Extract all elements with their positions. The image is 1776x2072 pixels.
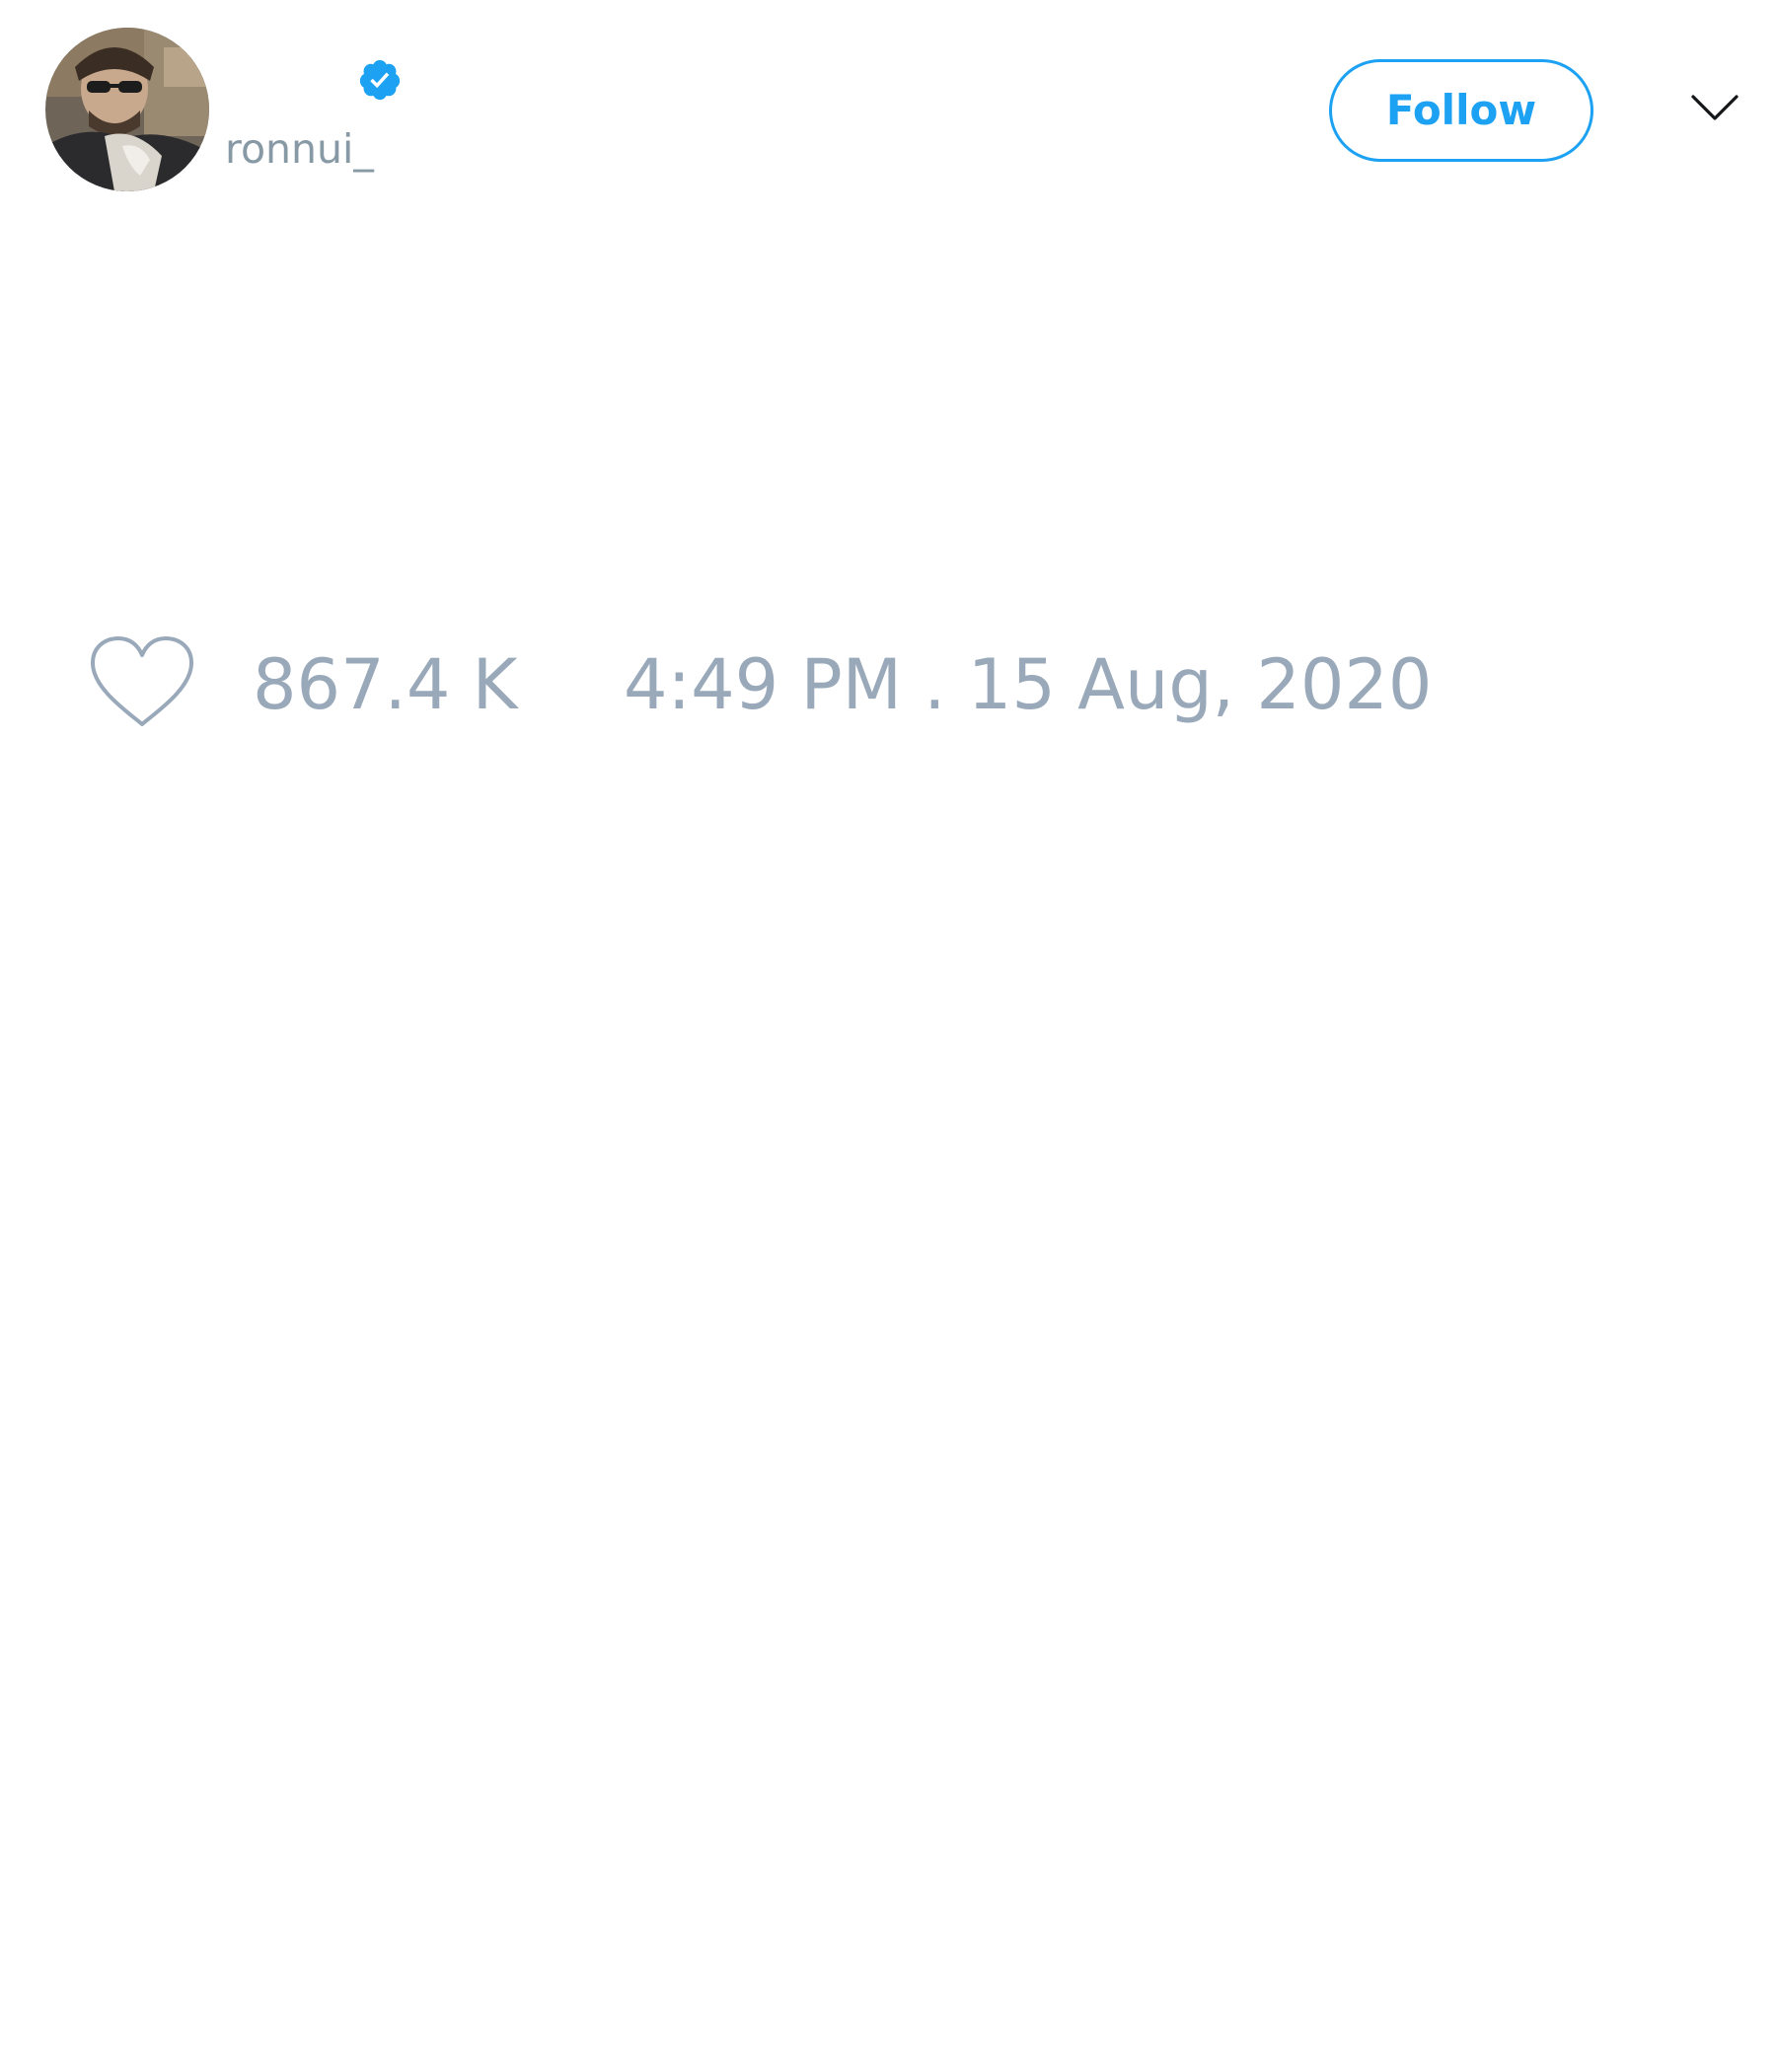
chevron-down-icon[interactable] [1689, 89, 1740, 128]
tweet-card: ronnui_ Follow 867.4 K 4:49 PM . 15 Aug,… [0, 0, 1776, 2072]
like-count: 867.4 K [253, 644, 518, 725]
follow-button[interactable]: Follow [1329, 59, 1593, 162]
heart-outline-icon[interactable] [89, 635, 195, 730]
verified-badge-icon [359, 59, 401, 101]
author-handle[interactable]: ronnui_ [225, 124, 374, 174]
avatar[interactable] [45, 28, 209, 191]
tweet-timestamp[interactable]: 4:49 PM . 15 Aug, 2020 [624, 643, 1432, 726]
avatar-photo [45, 28, 209, 191]
